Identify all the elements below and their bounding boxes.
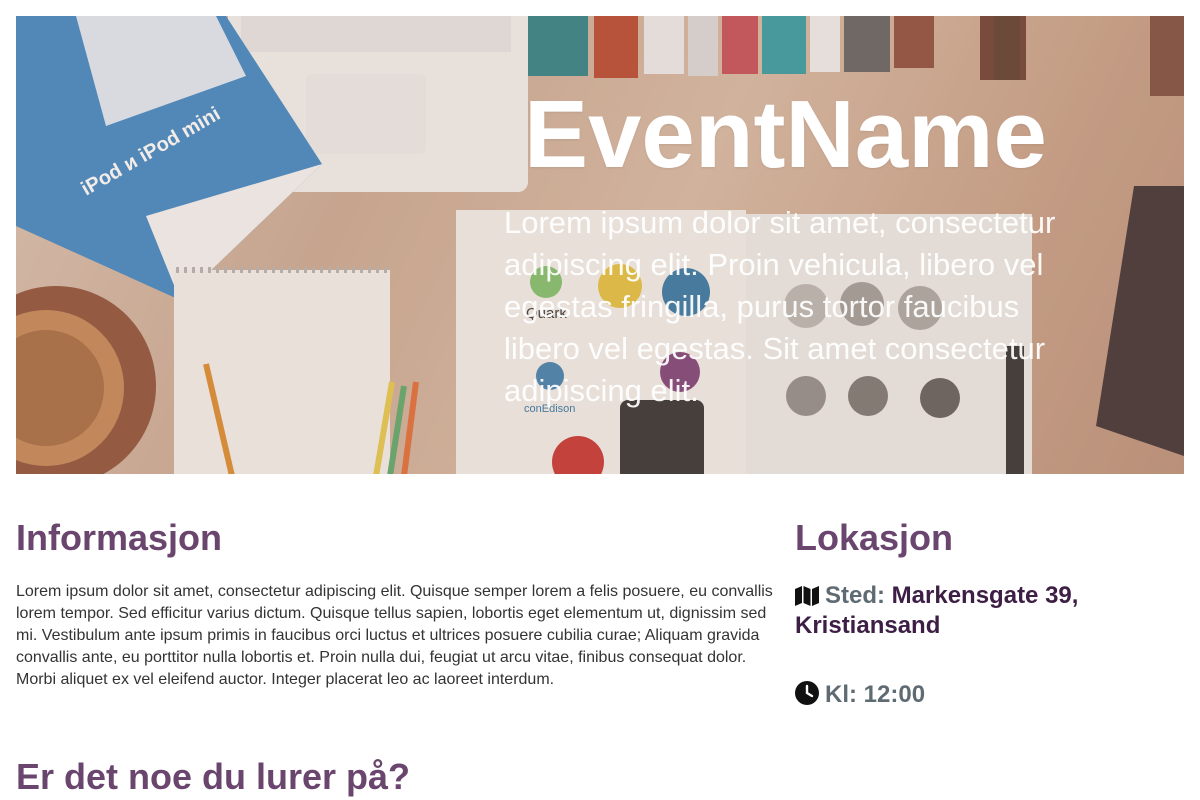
information-heading: Informasjon — [16, 517, 223, 558]
time-label: Kl: 12:00 — [825, 681, 926, 708]
place-label: Sted: — [825, 582, 885, 609]
map-icon — [795, 586, 819, 606]
hero-banner: iPod и iPod mini Quark conEdison EventNa… — [16, 16, 1184, 474]
clock-icon — [795, 681, 819, 705]
location-time: Kl: 12:00 — [795, 680, 925, 710]
event-intro-text: Lorem ipsum dolor sit amet, consectetur … — [504, 205, 1056, 408]
information-text: Lorem ipsum dolor sit amet, consectetur … — [16, 583, 773, 688]
faq-heading: Er det noe du lurer på? — [16, 756, 411, 797]
location-place: Sted: Markensgate 39, Kristiansand — [795, 581, 1125, 641]
location-heading: Lokasjon — [795, 517, 954, 558]
event-title: EventName — [524, 81, 1047, 188]
